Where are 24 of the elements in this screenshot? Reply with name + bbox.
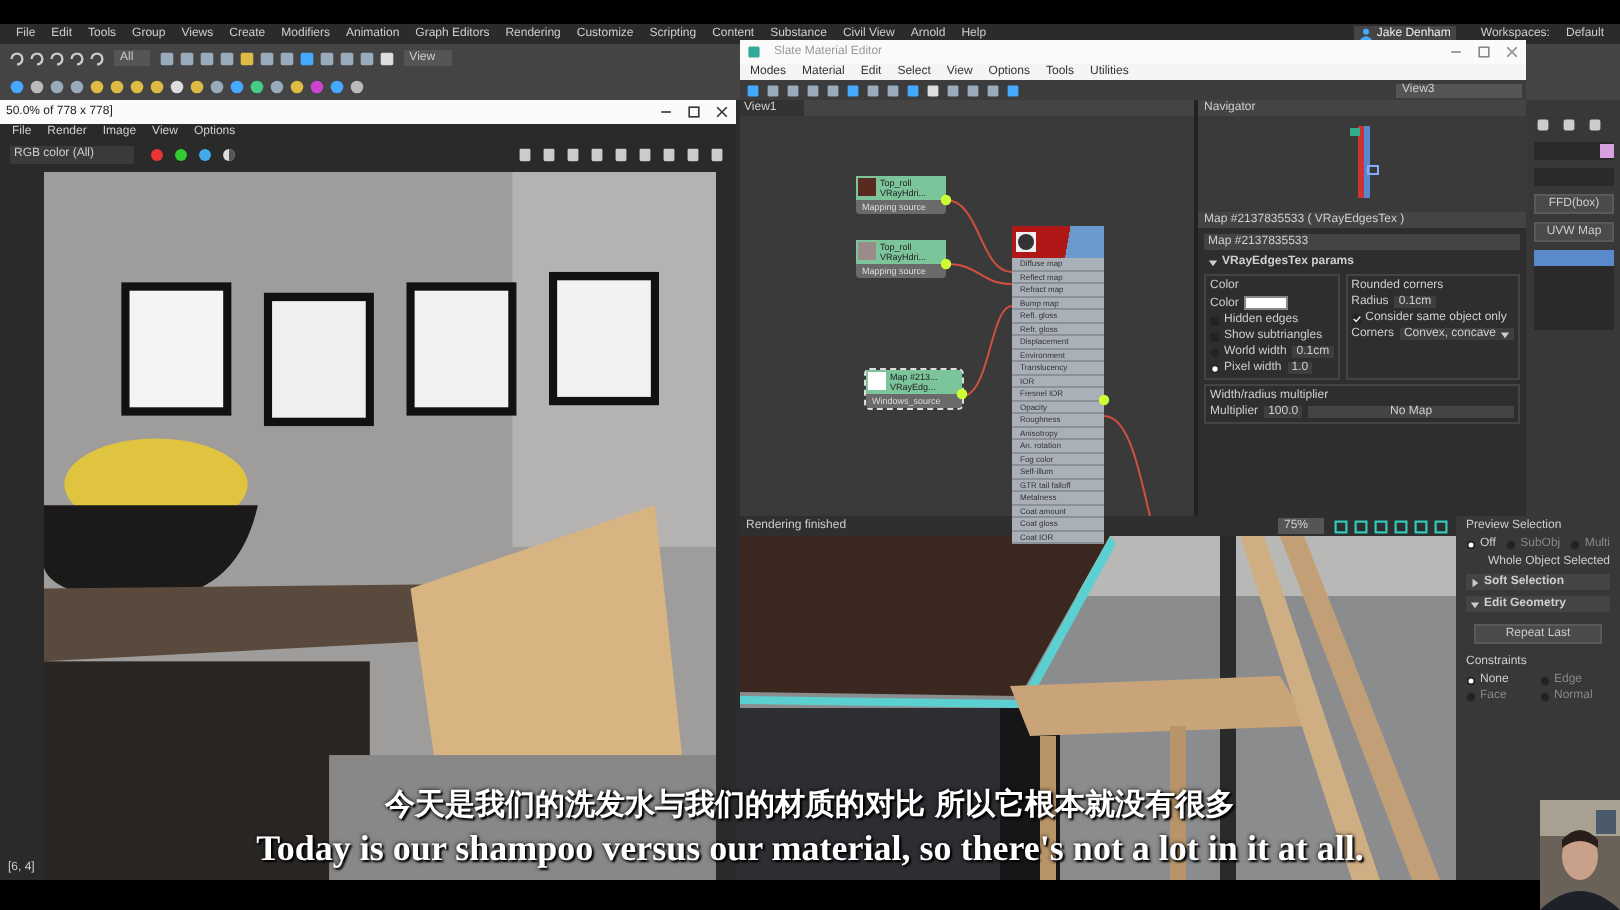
output-socket-icon[interactable]: [940, 194, 952, 206]
object-color-swatch[interactable]: [1600, 144, 1614, 158]
output-socket-icon[interactable]: [956, 388, 968, 400]
material-sample-icon: [1016, 232, 1036, 252]
close-icon[interactable]: [714, 104, 730, 120]
wire: [1103, 415, 1151, 516]
expander-icon[interactable]: [1208, 257, 1219, 267]
wire: [961, 305, 1013, 397]
radio-icon[interactable]: [1466, 675, 1476, 685]
maximize-icon[interactable]: [686, 104, 702, 120]
expander-icon[interactable]: [1470, 577, 1480, 587]
output-socket-icon[interactable]: [940, 258, 952, 270]
expander-icon[interactable]: [1470, 599, 1480, 609]
radio-icon[interactable]: [1466, 539, 1476, 549]
color-swatch[interactable]: [1244, 296, 1289, 310]
alpha-toggle-icon[interactable]: [220, 145, 239, 163]
radio-icon[interactable]: [1210, 363, 1221, 373]
checkbox-icon[interactable]: [1351, 313, 1362, 323]
object-name-field[interactable]: [1534, 142, 1614, 160]
app-icon: [746, 44, 762, 60]
caret-icon: [1500, 329, 1510, 339]
output-socket-icon[interactable]: [1098, 394, 1110, 406]
user-icon: [1360, 28, 1373, 40]
material-node[interactable]: [1012, 226, 1104, 544]
